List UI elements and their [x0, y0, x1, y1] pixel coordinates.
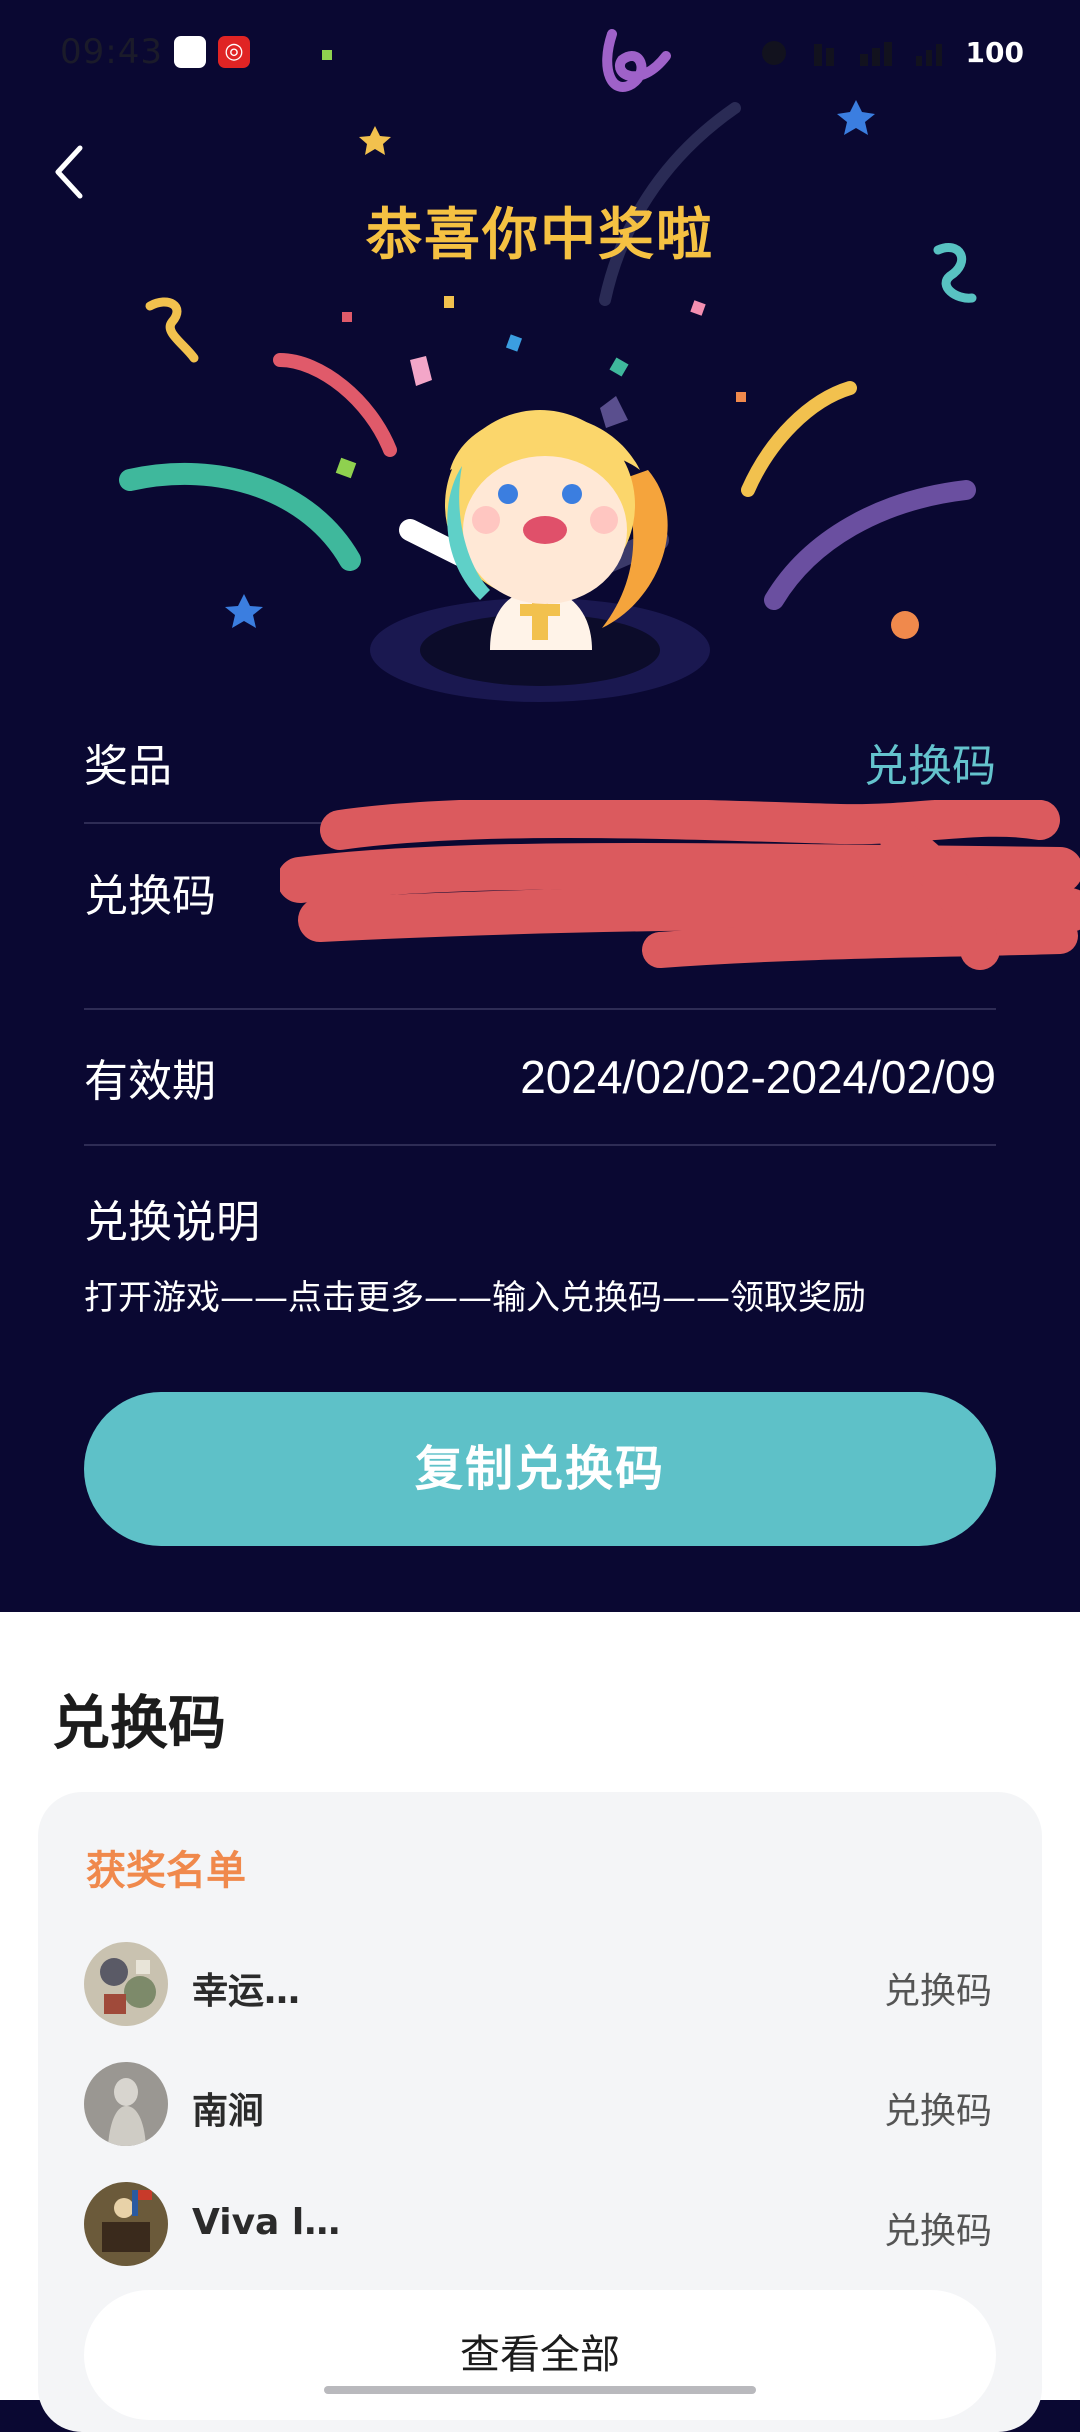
validity-value: 2024/02/02-2024/02/09 [520, 1051, 996, 1103]
validity-label: 有效期 [84, 1056, 216, 1107]
instructions-title: 兑换说明 [84, 1197, 260, 1248]
prize-result-panel: 09:43 ◎ 100 恭喜你中奖啦 奖品 兑换码 兑换码 有效期 2024/0… [0, 0, 1080, 1612]
celebration-illustration [119, 29, 977, 702]
copy-code-button[interactable]: 复制兑换码 [84, 1392, 996, 1546]
view-all-button[interactable]: 查看全部 [84, 2290, 996, 2420]
winners-title: 获奖名单 [86, 1848, 246, 1894]
section-title: 兑换码 [52, 1689, 227, 1757]
instructions-text: 打开游戏——点击更多——输入兑换码——领取奖励 [84, 1278, 866, 1318]
winner-name: Viva l… [192, 2202, 341, 2243]
winner-prize: 兑换码 [883, 2211, 992, 2252]
page-title: 恭喜你中奖啦 [366, 203, 714, 268]
winner-row[interactable]: 南涧 兑换码 [38, 2062, 1042, 2152]
winner-prize: 兑换码 [883, 2091, 992, 2132]
avatar [84, 2182, 168, 2266]
winner-row[interactable]: Viva l… 兑换码 [38, 2182, 1042, 2272]
avatar [84, 2062, 168, 2146]
divider [84, 1144, 996, 1146]
home-indicator[interactable] [324, 2386, 756, 2394]
winner-name: 南涧 [192, 2091, 265, 2132]
winner-row[interactable]: 幸运… 兑换码 [38, 1942, 1042, 2032]
winner-name: 幸运… [192, 1971, 301, 2012]
winners-card: 获奖名单 幸运… 兑换码 南涧 兑换码 Viva l… 兑换码 查看全部 [38, 1792, 1042, 2432]
prize-label: 奖品 [84, 741, 172, 792]
avatar [84, 1942, 168, 2026]
divider [84, 1008, 996, 1010]
redacted-code-value [280, 800, 1080, 970]
winner-prize: 兑换码 [883, 1971, 992, 2012]
winners-section: 兑换码 获奖名单 幸运… 兑换码 南涧 兑换码 Viva l… 兑换码 查看全部 [0, 1612, 1080, 2432]
code-label: 兑换码 [84, 871, 216, 922]
prize-value: 兑换码 [864, 741, 996, 792]
